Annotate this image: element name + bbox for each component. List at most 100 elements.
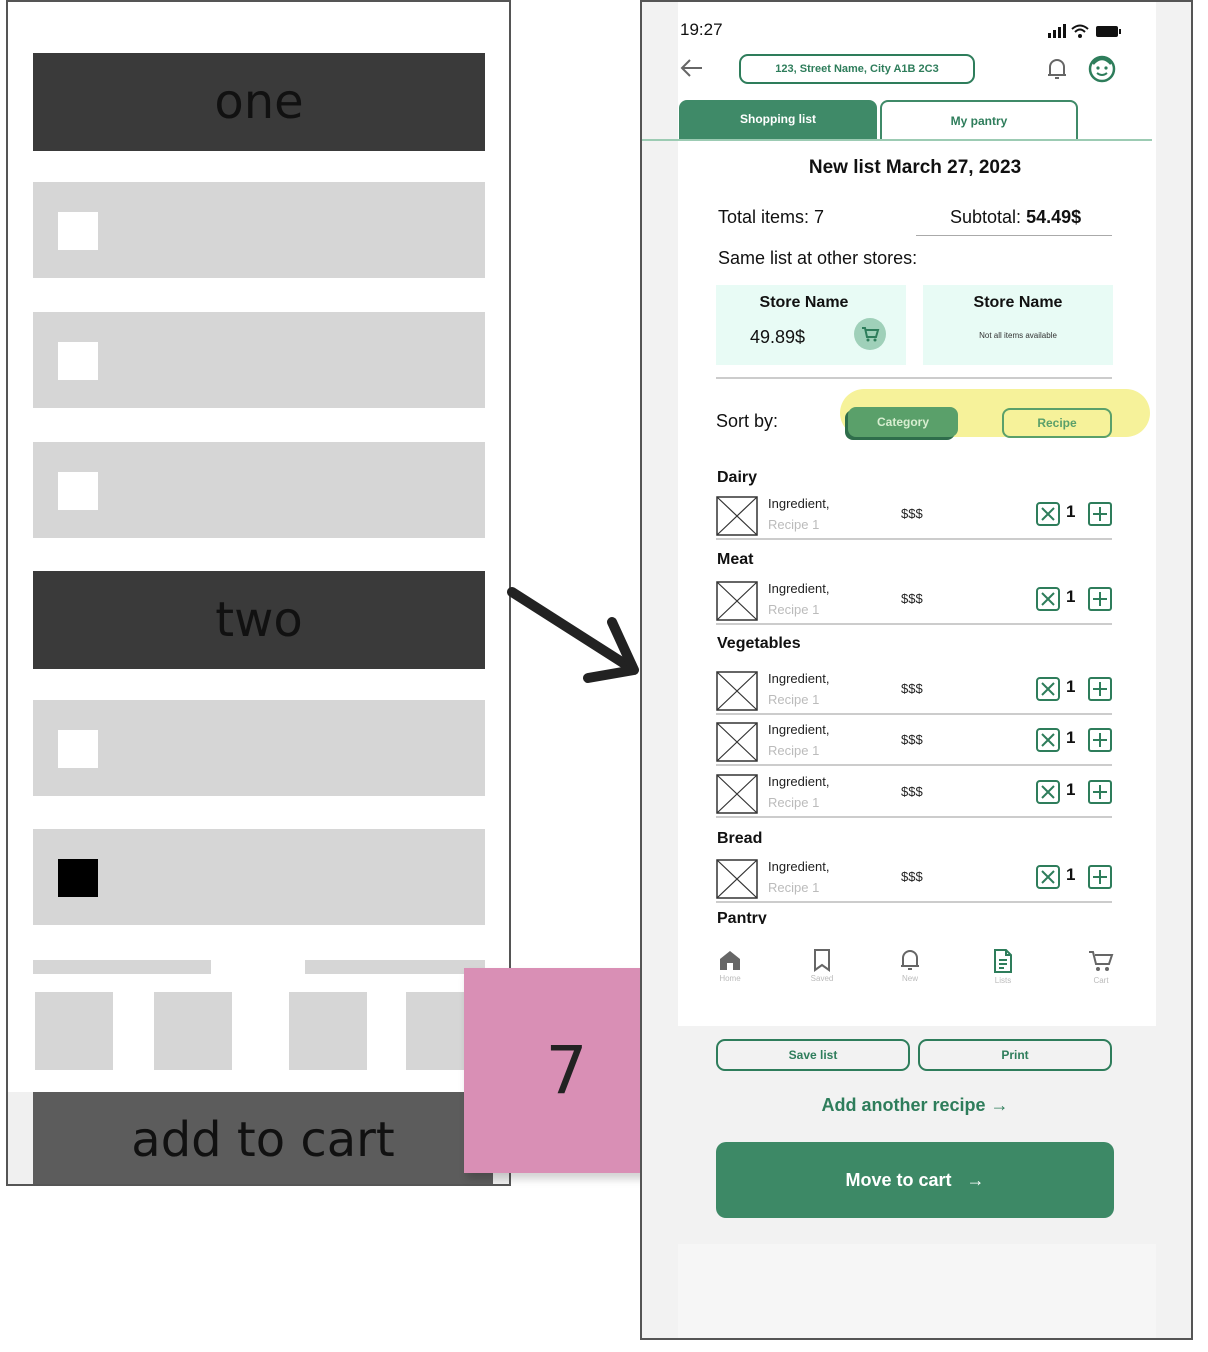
image-placeholder-icon <box>716 671 758 711</box>
list-item[interactable]: Ingredient, Recipe 1 $$$ 1 <box>716 579 1112 625</box>
category-heading: Bread <box>717 830 763 847</box>
add-item-icon[interactable] <box>1088 865 1112 889</box>
wireframe-tile[interactable] <box>35 992 113 1070</box>
item-name: Ingredient, <box>768 671 830 686</box>
wireframe-strip <box>305 960 485 974</box>
cart-icon[interactable] <box>854 318 886 350</box>
divider <box>716 377 1112 379</box>
sticky-note: 7 <box>464 968 669 1173</box>
add-item-icon[interactable] <box>1088 728 1112 752</box>
wireframe-checkbox[interactable] <box>58 342 98 380</box>
item-name: Ingredient, <box>768 581 830 596</box>
nav-cart[interactable]: Cart <box>1071 948 1131 985</box>
list-item[interactable]: Ingredient, Recipe 1 $$$ 1 <box>716 720 1112 766</box>
wireframe-add-to-cart-button[interactable]: add to cart <box>33 1092 493 1184</box>
store-card[interactable]: Store Name 49.89$ <box>716 285 906 365</box>
list-title: New list March 27, 2023 <box>808 157 1022 178</box>
wireframe-section-one: one <box>33 53 485 151</box>
subtotal-label: Subtotal: <box>950 207 1022 227</box>
image-placeholder-icon <box>716 722 758 762</box>
category-heading: Meat <box>717 551 754 568</box>
item-name: Ingredient, <box>768 496 830 511</box>
add-item-icon[interactable] <box>1088 587 1112 611</box>
category-heading: Dairy <box>717 469 758 486</box>
nav-label: Saved <box>810 974 834 983</box>
list-item[interactable]: Ingredient, Recipe 1 $$$ 1 <box>716 494 1112 540</box>
phone-mockup: 19:27 123, Street Name, City A1B 2C3 Sho… <box>640 0 1193 1340</box>
home-icon <box>720 951 740 970</box>
divider <box>916 235 1112 236</box>
item-price: $$$ <box>901 869 923 884</box>
remove-item-icon[interactable] <box>1036 677 1060 701</box>
image-placeholder-icon <box>716 581 758 621</box>
item-quantity: 1 <box>1066 677 1076 696</box>
bell-icon <box>901 950 919 970</box>
item-name: Ingredient, <box>768 774 830 789</box>
item-quantity: 1 <box>1066 502 1076 521</box>
wireframe-checkbox[interactable] <box>58 730 98 768</box>
item-recipe: Recipe 1 <box>768 795 820 810</box>
nav-saved[interactable]: Saved <box>792 948 852 983</box>
item-name: Ingredient, <box>768 722 830 737</box>
image-placeholder-icon <box>716 496 758 536</box>
avatar-icon[interactable] <box>1088 55 1116 83</box>
wireframe-row <box>33 442 485 538</box>
list-item[interactable]: Ingredient, Recipe 1 $$$ 1 <box>716 772 1112 818</box>
status-icons <box>1048 24 1121 38</box>
nav-home[interactable]: Home <box>700 948 760 983</box>
item-recipe: Recipe 1 <box>768 517 820 532</box>
tab-my-pantry[interactable]: My pantry <box>880 100 1078 140</box>
phone-screen-lower <box>678 1244 1156 1338</box>
nav-label: Lists <box>994 976 1012 985</box>
store-name: Store Name <box>759 294 849 311</box>
wireframe-row <box>33 312 485 408</box>
move-to-cart-button[interactable]: Move to cart → <box>716 1142 1114 1218</box>
back-arrow-icon[interactable] <box>678 56 704 80</box>
item-recipe: Recipe 1 <box>768 743 820 758</box>
list-item[interactable]: Ingredient, Recipe 1 $$$ 1 <box>716 669 1112 715</box>
remove-item-icon[interactable] <box>1036 865 1060 889</box>
sort-label: Sort by: <box>716 411 779 431</box>
remove-item-icon[interactable] <box>1036 587 1060 611</box>
store-card[interactable]: Store Name Not all items available <box>923 285 1113 365</box>
item-quantity: 1 <box>1066 728 1076 747</box>
add-item-icon[interactable] <box>1088 780 1112 804</box>
item-price: $$$ <box>901 591 923 606</box>
nav-label: Home <box>719 974 741 983</box>
wireframe-panel: one two add to cart <box>6 0 511 1186</box>
nav-label: New <box>901 974 918 983</box>
item-price: $$$ <box>901 506 923 521</box>
remove-item-icon[interactable] <box>1036 728 1060 752</box>
sort-recipe-button[interactable]: Recipe <box>1002 408 1112 438</box>
wireframe-tile[interactable] <box>289 992 367 1070</box>
item-recipe: Recipe 1 <box>768 880 820 895</box>
wireframe-checkbox-checked[interactable] <box>58 859 98 897</box>
nav-lists[interactable]: Lists <box>973 948 1033 985</box>
list-item[interactable]: Ingredient, Recipe 1 $$$ 1 <box>716 857 1112 903</box>
remove-item-icon[interactable] <box>1036 780 1060 804</box>
wireframe-tile[interactable] <box>154 992 232 1070</box>
subtotal: Subtotal: 54.49$ <box>950 207 1081 228</box>
print-button[interactable]: Print <box>918 1039 1112 1071</box>
address-pill[interactable]: 123, Street Name, City A1B 2C3 <box>739 54 975 84</box>
bell-icon[interactable] <box>1045 56 1069 82</box>
item-quantity: 1 <box>1066 587 1076 606</box>
nav-new[interactable]: New <box>880 948 940 983</box>
wireframe-checkbox[interactable] <box>58 472 98 510</box>
tab-shopping-list[interactable]: Shopping list <box>679 100 877 140</box>
save-list-button[interactable]: Save list <box>716 1039 910 1071</box>
add-item-icon[interactable] <box>1088 502 1112 526</box>
sort-category-button[interactable]: Category <box>848 407 958 437</box>
add-recipe-link[interactable]: Add another recipe → <box>642 1095 1188 1116</box>
add-item-icon[interactable] <box>1088 677 1112 701</box>
store-price: 49.89$ <box>750 327 806 347</box>
wireframe-checkbox[interactable] <box>58 212 98 250</box>
remove-item-icon[interactable] <box>1036 502 1060 526</box>
image-placeholder-icon <box>716 774 758 814</box>
item-name: Ingredient, <box>768 859 830 874</box>
item-recipe: Recipe 1 <box>768 692 820 707</box>
item-price: $$$ <box>901 784 923 799</box>
item-recipe: Recipe 1 <box>768 602 820 617</box>
status-time: 19:27 <box>680 20 723 39</box>
category-heading: Pantry <box>717 910 767 924</box>
